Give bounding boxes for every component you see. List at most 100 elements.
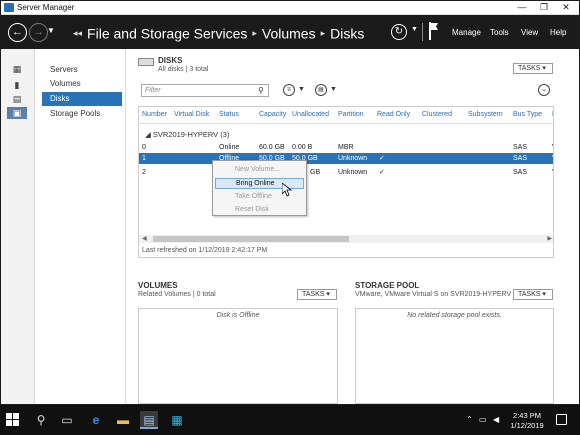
- breadcrumb-item-disks[interactable]: Disks: [330, 25, 364, 41]
- table-row-selected[interactable]: 1 Offline 50.0 GB 50.0 GB Unknown ✓ SAS …: [139, 153, 553, 164]
- cell-partition: MBR: [338, 144, 354, 151]
- group-options-icon[interactable]: ▤: [315, 84, 327, 96]
- file-storage-icon[interactable]: ▣: [7, 107, 27, 119]
- close-button[interactable]: ✕: [555, 1, 577, 15]
- col-virtual-disk[interactable]: Virtual Disk: [174, 111, 209, 118]
- volumes-message: Disk is Offline: [216, 312, 260, 319]
- forward-button[interactable]: →: [29, 23, 48, 42]
- cell-bus-type: SAS: [513, 169, 528, 176]
- menu-help[interactable]: Help: [550, 28, 566, 37]
- all-servers-icon[interactable]: ▤: [7, 93, 27, 105]
- storage-pool-subtitle: VMware, VMware Virtual S on SVR2019-HYPE…: [355, 291, 512, 298]
- windows-start-icon[interactable]: [6, 413, 20, 427]
- header-divider: [422, 23, 423, 41]
- internet-explorer-icon[interactable]: e: [87, 411, 105, 429]
- breadcrumb-separator-icon: ▸: [320, 27, 326, 38]
- scrollbar-thumb[interactable]: [153, 236, 349, 242]
- action-center-icon[interactable]: [556, 414, 567, 425]
- volumes-title: VOLUMES: [138, 281, 178, 290]
- menu-item-new-volume: New Volume...: [235, 166, 281, 173]
- search-icon[interactable]: ⚲: [32, 411, 50, 429]
- group-label: SVR2019-HYPERV (3): [152, 130, 230, 139]
- storage-pool-message: No related storage pool exists.: [407, 312, 502, 319]
- search-icon[interactable]: ⚲: [258, 86, 268, 95]
- refresh-dropdown-icon[interactable]: ▼: [411, 26, 418, 33]
- storage-app-icon[interactable]: ▦: [168, 411, 186, 429]
- notifications-flag-icon[interactable]: [429, 22, 441, 40]
- cell-status: Online: [219, 144, 240, 151]
- server-group[interactable]: ◢ SVR2019-HYPERV (3): [145, 130, 229, 139]
- col-read-only[interactable]: Read Only: [377, 111, 410, 118]
- cell-bus-type: SAS: [513, 144, 528, 151]
- collapse-icon[interactable]: ◢: [145, 130, 151, 139]
- disks-table: Number Virtual Disk Status Capacity Unal…: [138, 106, 554, 258]
- horizontal-scrollbar[interactable]: ◀ ▶: [139, 235, 553, 243]
- clock-date: 1/12/2019: [510, 421, 544, 430]
- table-row[interactable]: 2 GB Unknown ✓ SAS V: [139, 167, 553, 178]
- back-button[interactable]: ←: [8, 23, 27, 42]
- cell-number: 1: [142, 155, 146, 162]
- menu-view[interactable]: View: [521, 28, 538, 37]
- file-explorer-icon[interactable]: ▬: [114, 411, 132, 429]
- breadcrumb-separator-icon: ▸: [252, 27, 257, 38]
- col-capacity[interactable]: Capacity: [259, 111, 286, 118]
- clock-time: 2:43 PM: [513, 411, 541, 420]
- breadcrumb-overflow-icon[interactable]: ◂◂: [73, 28, 82, 38]
- col-status[interactable]: Status: [219, 111, 239, 118]
- disks-title: DISKS: [158, 56, 183, 65]
- list-options-dropdown-icon[interactable]: ▼: [298, 86, 305, 93]
- dashboard-icon[interactable]: ▦: [7, 63, 27, 75]
- volumes-tasks-button[interactable]: TASKS ▾: [297, 289, 337, 300]
- storage-nav: Servers Volumes Disks Storage Pools: [35, 49, 126, 404]
- group-options-dropdown-icon[interactable]: ▼: [330, 86, 337, 93]
- col-number[interactable]: Number: [142, 111, 167, 118]
- cell-read-only: ✓: [379, 155, 385, 162]
- show-hidden-icons-icon[interactable]: ⌃: [466, 415, 473, 424]
- scroll-right-icon[interactable]: ▶: [547, 235, 552, 242]
- local-server-icon[interactable]: ▮: [7, 79, 27, 91]
- header-bar: ← → ▼ ◂◂ File and Storage Services ▸ Volume…: [1, 15, 579, 49]
- col-unallocated[interactable]: Unallocated: [292, 111, 329, 118]
- breadcrumb: ◂◂ File and Storage Services ▸ Volumes ▸ Disk…: [73, 24, 364, 42]
- nav-item-disks[interactable]: Disks: [42, 92, 122, 106]
- col-name[interactable]: N: [552, 111, 553, 118]
- scroll-left-icon[interactable]: ◀: [142, 235, 147, 242]
- nav-item-storage-pools[interactable]: Storage Pools: [42, 107, 122, 121]
- server-manager-taskbar-icon[interactable]: ▤: [140, 411, 158, 429]
- last-refreshed-text: Last refreshed on 1/12/2019 2:42:17 PM: [142, 247, 268, 254]
- left-icon-bar: ▦ ▮ ▤ ▣: [1, 49, 35, 404]
- cell-read-only: ✓: [379, 169, 385, 176]
- col-subsystem[interactable]: Subsystem: [468, 111, 503, 118]
- cell-name: V: [552, 142, 553, 153]
- col-partition[interactable]: Partition: [338, 111, 364, 118]
- server-manager-window: Server Manager — ❐ ✕ ← → ▼ ◂◂ File and St…: [0, 0, 580, 405]
- expand-collapse-icon[interactable]: ⌄: [538, 84, 550, 96]
- task-view-icon[interactable]: ▭: [58, 411, 76, 429]
- col-bus-type[interactable]: Bus Type: [513, 111, 542, 118]
- maximize-button[interactable]: ❐: [533, 1, 555, 15]
- nav-item-servers[interactable]: Servers: [42, 63, 122, 77]
- title-bar: Server Manager — ❐ ✕: [1, 1, 579, 15]
- taskbar-clock[interactable]: 2:43 PM 1/12/2019: [505, 411, 549, 431]
- disks-tasks-button[interactable]: TASKS ▾: [513, 63, 553, 74]
- col-clustered[interactable]: Clustered: [422, 111, 452, 118]
- table-row[interactable]: 0 Online 60.0 GB 0.00 B MBR SAS V: [139, 142, 553, 153]
- header-divider: [139, 123, 553, 124]
- cell-number: 2: [142, 169, 146, 176]
- menu-tools[interactable]: Tools: [490, 28, 509, 37]
- network-icon[interactable]: ▭: [479, 415, 487, 424]
- list-options-icon[interactable]: ≡: [283, 84, 295, 96]
- breadcrumb-item-file-storage[interactable]: File and Storage Services: [87, 25, 247, 41]
- cell-unallocated: 0.00 B: [292, 144, 313, 151]
- history-dropdown-icon[interactable]: ▼: [47, 26, 55, 35]
- minimize-button[interactable]: —: [511, 1, 533, 15]
- volume-icon[interactable]: ◀: [493, 415, 499, 424]
- breadcrumb-item-volumes[interactable]: Volumes: [262, 25, 316, 41]
- filter-input[interactable]: Filter: [141, 84, 269, 97]
- cell-unallocated: GB: [310, 169, 321, 176]
- cell-partition: Unknown: [338, 155, 368, 162]
- menu-manage[interactable]: Manage: [452, 28, 481, 37]
- storage-pool-tasks-button[interactable]: TASKS ▾: [513, 289, 553, 300]
- nav-item-volumes[interactable]: Volumes: [42, 77, 122, 91]
- refresh-icon[interactable]: ↻: [391, 24, 407, 40]
